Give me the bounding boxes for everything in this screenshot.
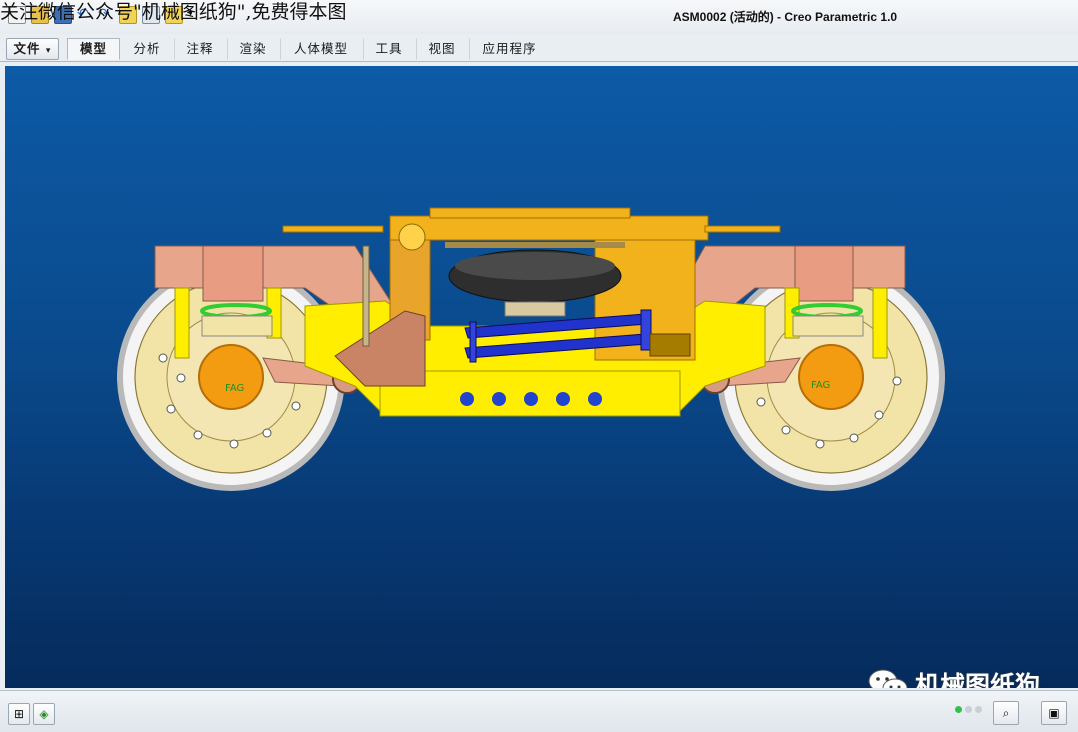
tab-tools[interactable]: 工具 (363, 38, 415, 60)
layer-icon[interactable]: ◈ (33, 703, 55, 725)
status-bar: ⊞ ◈ ⌕ ▣ (0, 690, 1078, 732)
wechat-icon (868, 669, 908, 688)
window-title: ASM0002 (活动的) - Creo Parametric 1.0 (673, 10, 898, 24)
title-bar: ↶ ↷ ▾ 关注微信公众号"机械图纸狗",免费得本图 ASM0002 (活动的)… (0, 0, 1078, 34)
watermark: 机械图纸狗 (867, 666, 1040, 688)
tab-analysis[interactable]: 分析 (121, 38, 173, 60)
tab-file-label: 文件 (13, 41, 41, 56)
bolster (389, 215, 709, 241)
ribbon-tab-bar: 文件 ▾ 模型 分析 注释 渲染 人体模型 工具 视图 应用程序 (0, 34, 1078, 62)
tab-render[interactable]: 渲染 (227, 38, 279, 60)
tab-model[interactable]: 模型 (67, 38, 120, 60)
axlebox-label-left: FAG (225, 383, 244, 394)
watermark-text: 机械图纸狗 (915, 671, 1041, 688)
overlay-note: 关注微信公众号"机械图纸狗",免费得本图 (0, 1, 347, 23)
find-icon[interactable]: ⌕ (993, 701, 1019, 725)
tab-manikin[interactable]: 人体模型 (280, 38, 362, 60)
tab-view[interactable]: 视图 (416, 38, 468, 60)
chevron-down-icon: ▾ (45, 46, 52, 56)
tab-applications[interactable]: 应用程序 (469, 38, 550, 60)
graphics-viewport[interactable]: FAG FAG 机械图纸狗 (5, 66, 1078, 688)
model-tree-icon[interactable]: ⊞ (8, 703, 30, 725)
status-indicator (955, 706, 982, 713)
bogie-model[interactable]: FAG FAG (5, 66, 1078, 688)
axlebox-label-right: FAG (811, 380, 830, 391)
tab-annotate[interactable]: 注释 (174, 38, 226, 60)
tab-file[interactable]: 文件 ▾ (6, 38, 59, 60)
view-cube-icon[interactable]: ▣ (1041, 701, 1067, 725)
